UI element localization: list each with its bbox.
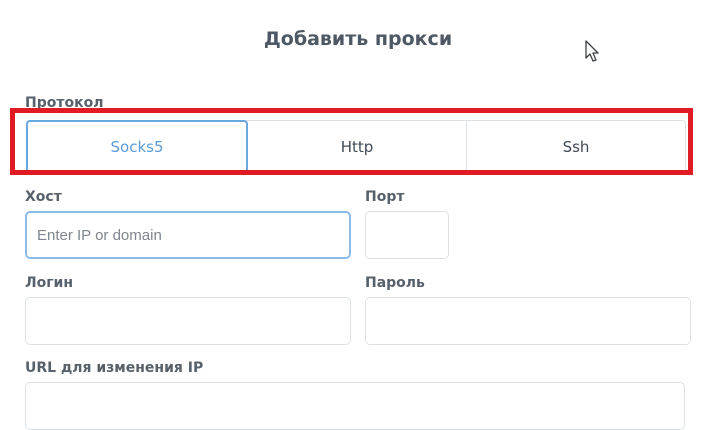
login-label: Логин <box>25 275 74 291</box>
protocol-option-socks5[interactable]: Socks5 <box>26 120 248 174</box>
protocol-option-http[interactable]: Http <box>248 121 467 173</box>
change-ip-url-label: URL для изменения IP <box>25 360 204 376</box>
mouse-pointer-icon <box>585 40 599 62</box>
port-label: Порт <box>365 189 405 205</box>
protocol-label: Протокол <box>25 95 104 111</box>
host-label: Хост <box>25 189 62 205</box>
port-input[interactable] <box>365 211 449 259</box>
password-label: Пароль <box>365 275 425 291</box>
login-input[interactable] <box>25 297 351 345</box>
dialog-title: Добавить прокси <box>263 28 453 50</box>
protocol-option-ssh[interactable]: Ssh <box>467 121 685 173</box>
protocol-selector: Socks5 Http Ssh <box>26 120 686 174</box>
password-input[interactable] <box>365 297 691 345</box>
host-input[interactable] <box>25 211 351 259</box>
change-ip-url-input[interactable] <box>25 382 685 430</box>
